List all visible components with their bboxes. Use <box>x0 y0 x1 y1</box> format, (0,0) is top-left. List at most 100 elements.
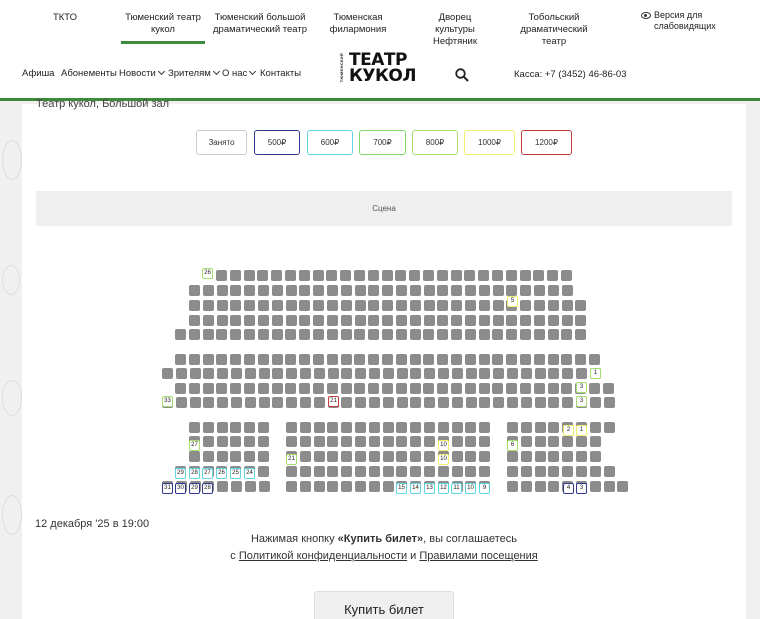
seat-occupied <box>312 270 324 281</box>
seat-available[interactable]: 21 <box>286 454 297 465</box>
seat-available[interactable]: 3 <box>576 483 587 494</box>
seat-occupied <box>479 466 491 477</box>
theatre-logo[interactable]: ТЮМЕНСКИЙ ТЕАТР КУКОЛ <box>339 51 429 89</box>
seat-occupied <box>534 368 546 379</box>
seat-occupied <box>299 383 311 394</box>
nav-label: Новости <box>119 68 156 79</box>
seat-available[interactable]: 10 <box>465 483 476 494</box>
seat-occupied <box>368 315 380 326</box>
seat-available[interactable]: 10 <box>438 440 449 451</box>
seat-occupied <box>202 329 214 340</box>
venue-puppet-theatre[interactable]: Тюменский театр кукол <box>121 12 205 44</box>
venue-tkto[interactable]: ТКТО <box>52 12 78 24</box>
seat-occupied <box>451 436 463 447</box>
visit-rules-link[interactable]: Правилами посещения <box>419 550 537 562</box>
seat-available[interactable]: 29 <box>175 468 186 479</box>
seat-occupied <box>299 481 311 492</box>
venue-drama-theatre[interactable]: Тюменский большой драматический театр <box>213 12 307 36</box>
seat-occupied <box>423 329 435 340</box>
seat-available[interactable]: 13 <box>424 483 435 494</box>
seat-occupied <box>189 397 201 408</box>
seat-occupied <box>202 436 214 447</box>
seat-available[interactable]: 24 <box>244 468 255 479</box>
seat-occupied <box>368 451 380 462</box>
seat-occupied <box>396 466 408 477</box>
seat-occupied <box>257 466 269 477</box>
seat-occupied <box>589 383 600 394</box>
nav-contacts[interactable]: Контакты <box>260 68 301 79</box>
search-icon[interactable] <box>455 68 469 82</box>
seat-occupied <box>520 481 532 492</box>
nav-visitors[interactable]: Зрителям <box>168 67 220 79</box>
seat-available[interactable]: 26 <box>202 268 213 279</box>
seat-occupied <box>313 285 325 296</box>
seat-available[interactable]: 27 <box>189 440 200 451</box>
seat-available[interactable]: 29 <box>189 483 200 494</box>
venue-neftyanik[interactable]: Дворец культуры Нефтяник <box>418 12 492 48</box>
seat-available[interactable]: 2 <box>563 425 574 436</box>
seat-available[interactable]: 31 <box>162 483 173 494</box>
seat-occupied <box>355 368 367 379</box>
seat-available[interactable]: 28 <box>189 468 200 479</box>
seat-occupied <box>507 397 518 408</box>
nav-afisha[interactable]: Афиша <box>22 68 54 79</box>
seat-available[interactable]: 3 <box>576 396 587 407</box>
nav-about[interactable]: О нас <box>222 67 257 79</box>
seat-occupied <box>272 368 284 379</box>
seat-available[interactable]: 11 <box>451 483 462 494</box>
seat-available[interactable]: 5 <box>507 296 518 307</box>
seat-available[interactable]: 9 <box>479 483 490 494</box>
seat-occupied <box>244 285 256 296</box>
seat-available[interactable]: 10 <box>438 454 449 465</box>
seat-occupied <box>562 397 574 408</box>
seat-available[interactable]: 1 <box>576 425 587 436</box>
seat-occupied <box>285 383 297 394</box>
seat-occupied <box>313 451 325 462</box>
seat-occupied <box>313 436 325 447</box>
seat-available[interactable]: 3 <box>576 382 587 393</box>
seat-available[interactable]: 26 <box>216 468 227 479</box>
seat-available[interactable]: 28 <box>202 483 213 494</box>
seat-available[interactable]: 27 <box>202 468 213 479</box>
seat-occupied <box>534 315 545 326</box>
seat-occupied <box>244 300 256 311</box>
seat-available[interactable]: 14 <box>410 483 421 494</box>
seat-available[interactable]: 30 <box>175 483 186 494</box>
accessibility-link[interactable]: Версия для слабовидящих <box>641 10 724 32</box>
seat-occupied <box>520 315 532 326</box>
seat-available[interactable]: 6 <box>507 440 518 451</box>
seat-available[interactable]: 15 <box>396 483 407 494</box>
buy-ticket-button[interactable]: Купить билет <box>314 591 454 619</box>
seat-available[interactable]: 25 <box>230 468 241 479</box>
box-office-phone[interactable]: Касса: +7 (3452) 46-86-03 <box>514 69 626 80</box>
seat-occupied <box>395 270 407 281</box>
seat-available[interactable]: 21 <box>328 396 339 407</box>
venue-philharmonic[interactable]: Тюменская филармония <box>328 12 388 36</box>
seat-occupied <box>548 436 560 447</box>
nav-label: О нас <box>222 68 248 79</box>
seat-occupied <box>520 354 531 365</box>
nav-news[interactable]: Новости <box>119 67 165 79</box>
seat-occupied <box>396 422 408 433</box>
seat-occupied <box>271 383 283 394</box>
seat-occupied <box>327 368 339 379</box>
nav-subscriptions[interactable]: Абонементы <box>61 68 117 79</box>
seat-available[interactable]: 33 <box>162 396 173 407</box>
seat-occupied <box>175 368 187 379</box>
seat-available[interactable]: 12 <box>438 483 449 494</box>
seat-occupied <box>244 397 256 408</box>
seat-occupied <box>327 315 338 326</box>
seat-occupied <box>479 422 491 433</box>
seat-available[interactable]: 1 <box>590 368 601 379</box>
seat-occupied <box>438 397 449 408</box>
seat-occupied <box>506 285 518 296</box>
seat-occupied <box>216 422 228 433</box>
nav-label: Зрителям <box>168 68 211 79</box>
seat-occupied <box>299 300 311 311</box>
venue-tobolsk[interactable]: Тобольский драматический театр <box>508 12 600 48</box>
seat-occupied <box>299 451 311 462</box>
privacy-policy-link[interactable]: Политикой конфиденциальности <box>239 550 407 562</box>
seat-available[interactable]: 4 <box>563 483 574 494</box>
seat-occupied <box>464 329 476 340</box>
seat-occupied <box>313 397 325 408</box>
